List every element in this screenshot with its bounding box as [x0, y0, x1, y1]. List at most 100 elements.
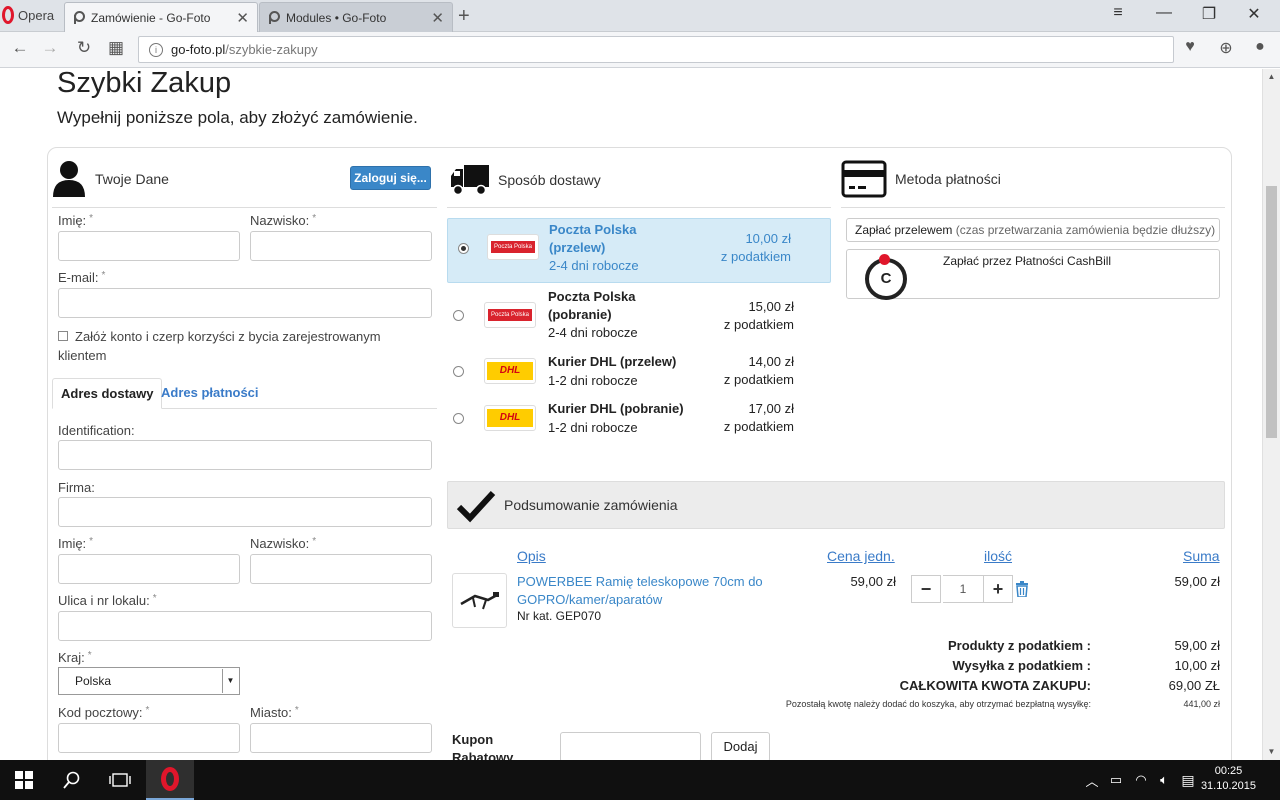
- unit-price: 59,00 zł: [850, 574, 896, 589]
- shipping-radio[interactable]: [453, 310, 464, 321]
- products-total-value: 59,00 zł: [1174, 638, 1220, 653]
- reload-button[interactable]: ↻: [72, 38, 96, 58]
- shipping-option-poczta-przelew[interactable]: Poczta Polska Poczta Polska (przelew) 2-4…: [447, 218, 831, 283]
- col-header-desc[interactable]: Opis: [517, 548, 546, 564]
- close-tab-icon[interactable]: ✕: [431, 9, 444, 27]
- shipping-option-poczta-pobranie[interactable]: Poczta Polska Poczta Polska (pobranie) 2-…: [447, 288, 831, 344]
- search-icon[interactable]: [48, 760, 96, 800]
- windows-start-icon[interactable]: [0, 760, 48, 800]
- url-field[interactable]: i go-foto.pl/szybkie-zakupy: [138, 36, 1174, 63]
- close-window-button[interactable]: ✕: [1244, 4, 1264, 24]
- tab-billing-address[interactable]: Adres płatności: [153, 378, 267, 409]
- order-summary-header: Podsumowanie zamówienia: [447, 481, 1225, 529]
- coupon-add-button[interactable]: Dodaj: [711, 732, 770, 760]
- bookmark-heart-icon[interactable]: ♥: [1178, 38, 1202, 56]
- grand-total-value: 69,00 ZŁ: [1168, 678, 1220, 693]
- dhl-logo: DHL: [484, 358, 536, 384]
- shipping-days: 1-2 dni robocze: [548, 373, 638, 388]
- opera-menu-button[interactable]: Opera: [0, 0, 62, 30]
- download-icon[interactable]: ⊕: [1214, 38, 1238, 58]
- postcode-label: Kod pocztowy: *: [58, 705, 150, 720]
- opera-taskbar-icon[interactable]: [146, 760, 194, 800]
- coupon-label: Kupon Rabatowy: [452, 732, 514, 760]
- shipping-radio[interactable]: [453, 413, 464, 424]
- quantity-decrease-button[interactable]: −: [911, 575, 941, 603]
- shipping-option-dhl-przelew[interactable]: DHL Kurier DHL (przelew) 1-2 dni robocze…: [447, 353, 831, 393]
- dhl-logo: DHL: [484, 405, 536, 431]
- country-label: Kraj: *: [58, 650, 92, 665]
- address-first-name-input[interactable]: [58, 554, 240, 584]
- col-header-quantity[interactable]: ilość: [984, 548, 1012, 564]
- address-last-name-input[interactable]: [250, 554, 432, 584]
- product-name-link[interactable]: POWERBEE Ramię teleskopowe 70cm do GOPRO…: [517, 573, 787, 609]
- login-button[interactable]: Zaloguj się...: [350, 166, 431, 190]
- taskbar: ︿ ▭ ◠ 🔈︎ ▤ 00:25 31.10.2015: [0, 760, 1280, 800]
- col-header-unit-price[interactable]: Cena jedn.: [827, 548, 895, 564]
- user-icon: [53, 161, 85, 197]
- tab-menu-icon[interactable]: ≡: [1108, 4, 1128, 22]
- battery-icon[interactable]: ▭: [1104, 760, 1128, 800]
- close-tab-icon[interactable]: ✕: [236, 9, 249, 27]
- tab-shipping-address[interactable]: Adres dostawy: [52, 378, 163, 409]
- pay-transfer-note: (czas przetwarzania zamówienia będzie dł…: [952, 223, 1216, 237]
- quantity-input[interactable]: 1: [943, 575, 983, 603]
- shipping-heading: Sposób dostawy: [498, 172, 601, 188]
- credit-card-icon: [841, 160, 887, 198]
- go-foto-favicon-icon: [73, 11, 86, 24]
- poczta-polska-logo: Poczta Polska: [484, 302, 536, 328]
- street-input[interactable]: [58, 611, 432, 641]
- shipping-section-header: Sposób dostawy: [450, 162, 601, 198]
- email-input[interactable]: [58, 288, 432, 318]
- shipping-radio[interactable]: [458, 243, 469, 254]
- company-label: Firma:: [58, 480, 95, 495]
- last-name-input[interactable]: [250, 231, 432, 261]
- site-info-icon[interactable]: i: [149, 42, 163, 57]
- account-icon[interactable]: ●: [1248, 38, 1272, 56]
- volume-icon[interactable]: 🔈︎: [1152, 760, 1176, 800]
- product-thumbnail[interactable]: [452, 573, 507, 628]
- shipping-price: 10,00 zł z podatkiem: [720, 231, 791, 264]
- city-input[interactable]: [250, 723, 432, 753]
- maximize-button[interactable]: ❐: [1199, 4, 1219, 24]
- shipping-radio[interactable]: [453, 366, 464, 377]
- wifi-icon[interactable]: ◠: [1128, 760, 1154, 800]
- postcode-input[interactable]: [58, 723, 240, 753]
- trash-icon[interactable]: [1015, 581, 1029, 597]
- free-shipping-note: Pozostałą kwotę należy dodać do koszyka,…: [785, 699, 1091, 709]
- scroll-up-icon[interactable]: ▲: [1263, 69, 1280, 85]
- pay-transfer-button[interactable]: Zapłać przelewem (czas przetwarzania zam…: [846, 218, 1220, 242]
- country-value: Polska: [75, 674, 112, 688]
- new-tab-button[interactable]: +: [458, 5, 470, 28]
- back-button[interactable]: ←: [8, 38, 32, 58]
- pay-cashbill-button[interactable]: C Zapłać przez Płatności CashBill: [846, 249, 1220, 300]
- shipping-option-dhl-pobranie[interactable]: DHL Kurier DHL (pobranie) 1-2 dni robocz…: [447, 400, 831, 440]
- street-label: Ulica i nr lokalu: *: [58, 593, 157, 608]
- tab-modules[interactable]: Modules • Go-Foto ✕: [259, 2, 453, 32]
- notifications-icon[interactable]: ▤: [1176, 760, 1200, 800]
- address-tabs: Adres dostawy Adres płatności: [52, 378, 437, 409]
- address-bar: ← → ↻ ▦ i go-foto.pl/szybkie-zakupy ♥ ⊕ …: [0, 32, 1280, 68]
- url-host: go-foto.pl: [171, 42, 226, 57]
- coupon-input[interactable]: [560, 732, 701, 760]
- task-view-icon[interactable]: [96, 760, 144, 800]
- page-scrollbar[interactable]: ▲ ▼: [1262, 69, 1280, 760]
- tab-zamowienie[interactable]: Zamówienie - Go-Foto ✕: [64, 2, 258, 32]
- scroll-down-icon[interactable]: ▼: [1263, 744, 1280, 760]
- first-name-input[interactable]: [58, 231, 240, 261]
- shipping-days: 1-2 dni robocze: [548, 420, 638, 435]
- system-clock[interactable]: 00:25 31.10.2015: [1201, 764, 1256, 794]
- truck-icon: [451, 165, 489, 196]
- scroll-thumb[interactable]: [1266, 186, 1277, 438]
- chevron-up-icon[interactable]: ︿: [1080, 760, 1104, 800]
- minimize-button[interactable]: —: [1154, 4, 1174, 22]
- speed-dial-icon[interactable]: ▦: [104, 38, 128, 58]
- identification-input[interactable]: [58, 440, 432, 470]
- products-total-label: Produkty z podatkiem :: [947, 638, 1091, 653]
- col-header-sum[interactable]: Suma: [1183, 548, 1220, 564]
- country-select[interactable]: Polska ▼: [58, 667, 240, 695]
- company-input[interactable]: [58, 497, 432, 527]
- line-total: 59,00 zł: [1174, 574, 1220, 589]
- quantity-increase-button[interactable]: +: [983, 575, 1013, 603]
- city-label: Miasto: *: [250, 705, 299, 720]
- forward-button[interactable]: →: [38, 38, 62, 58]
